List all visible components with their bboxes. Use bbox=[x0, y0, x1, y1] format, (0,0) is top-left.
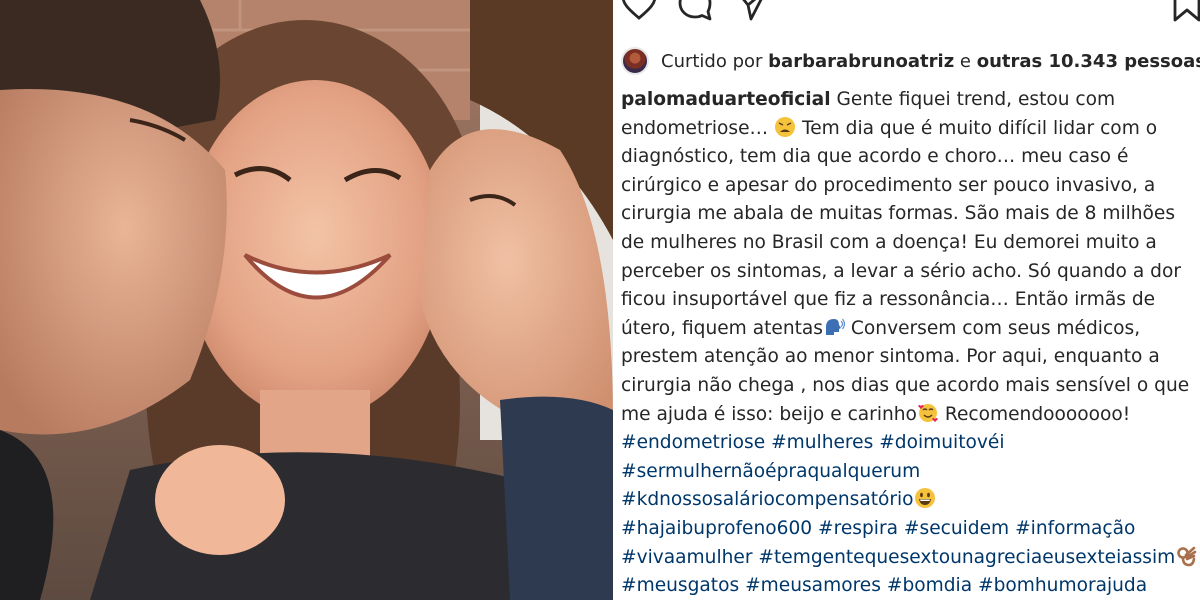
hashtag-link[interactable]: #sermulhernãoépraqualquerum bbox=[621, 461, 920, 482]
hashtag-link[interactable]: #endometriose bbox=[621, 432, 765, 453]
caption-text: diagnóstico, tem dia que acordo e choro…… bbox=[621, 146, 1129, 168]
caption-line: ficou insuportável que fiz a ressonância… bbox=[621, 286, 1200, 315]
speaking-head-emoji bbox=[823, 316, 845, 338]
hashtag-link[interactable]: #doimuitovéi bbox=[879, 432, 1004, 453]
caption-text: Recomendooooooo! bbox=[944, 403, 1131, 425]
hashtag-line: #sermulhernãoépraqualquerum bbox=[621, 458, 1200, 487]
caption-text: prestem atenção ao menor sintoma. Por aq… bbox=[621, 346, 1160, 368]
post-caption: palomaduarteoficial Gente fiquei trend, … bbox=[621, 86, 1200, 600]
caption-line: cirurgia me abala de muitas formas. São … bbox=[621, 200, 1200, 229]
hashtag-line: #meusgatos #meusamores #bomdia #bomhumor… bbox=[621, 572, 1200, 600]
hashtag-link[interactable]: #mulheres bbox=[771, 432, 873, 453]
caption-text: Tem dia que é muito difícil lidar com o bbox=[802, 117, 1158, 139]
caption-line: útero, fiquem atentas Conversem com seus… bbox=[621, 315, 1200, 344]
likes-others-count[interactable]: outras 10.343 pessoas bbox=[977, 51, 1200, 72]
post-action-bar bbox=[613, 0, 1200, 26]
hashtag-link[interactable]: #vivaamulher bbox=[621, 547, 752, 568]
paper-plane-icon[interactable] bbox=[733, 0, 769, 22]
likes-connector: e bbox=[959, 50, 971, 72]
caption-username[interactable]: palomaduarteoficial bbox=[621, 89, 831, 110]
hashtag-link[interactable]: #secuidem bbox=[904, 518, 1009, 539]
hashtag-link[interactable]: #meusgatos bbox=[621, 575, 739, 596]
caption-line: prestem atenção ao menor sintoma. Por aq… bbox=[621, 343, 1200, 372]
caption-text: cirurgia me abala de muitas formas. São … bbox=[621, 203, 1176, 225]
weary-face-emoji bbox=[774, 116, 796, 138]
caption-text: cirurgia não chega , nos dias que acordo… bbox=[621, 374, 1190, 396]
caption-text: de mulheres no Brasil com a doença! Eu d… bbox=[621, 231, 1157, 253]
hashtag-link[interactable]: #bomhumorajuda bbox=[978, 575, 1147, 596]
hashtag-link[interactable]: #respira bbox=[818, 518, 898, 539]
post-panel: Curtido por barbarabrunoatriz e outras 1… bbox=[613, 0, 1200, 600]
smiling-face-with-hearts-emoji bbox=[917, 402, 939, 424]
hashtag-link[interactable]: #informação bbox=[1015, 518, 1135, 539]
liker-avatar[interactable] bbox=[621, 47, 649, 75]
screenshot-root: Curtido por barbarabrunoatriz e outras 1… bbox=[0, 0, 1200, 600]
hashtag-link[interactable]: #bomdia bbox=[887, 575, 972, 596]
caption-line: cirúrgico e apesar do procedimento ser p… bbox=[621, 172, 1200, 201]
hashtag-line: #endometriose #mulheres #doimuitovéi bbox=[621, 429, 1200, 458]
caption-line: perceber os sintomas, a levar a sério ac… bbox=[621, 258, 1200, 287]
hashtag-line: #hajaibuprofeno600 #respira #secuidem #i… bbox=[621, 515, 1200, 544]
caption-line: cirurgia não chega , nos dias que acordo… bbox=[621, 372, 1200, 401]
caption-line: palomaduarteoficial Gente fiquei trend, … bbox=[621, 86, 1200, 115]
comment-bubble-icon[interactable] bbox=[677, 0, 713, 22]
caption-line: diagnóstico, tem dia que acordo e choro…… bbox=[621, 143, 1200, 172]
post-photo[interactable] bbox=[0, 0, 613, 600]
likes-summary: Curtido por barbarabrunoatriz e outras 1… bbox=[621, 46, 1200, 76]
hashtag-link[interactable]: #temgentequesextounagreciaeusexteiassim bbox=[758, 547, 1175, 568]
hashtag-link[interactable]: #meusamores bbox=[745, 575, 881, 596]
hashtag-link[interactable]: #hajaibuprofeno600 bbox=[621, 518, 812, 539]
hashtag-line: #vivaamulher #temgentequesextounagreciae… bbox=[621, 544, 1200, 573]
hashtag-link[interactable]: #kdnossosaláriocompensatório bbox=[621, 489, 914, 510]
caption-line: me ajuda é isso: beijo e carinho Recomen… bbox=[621, 401, 1200, 430]
bookmark-icon[interactable] bbox=[1169, 0, 1200, 22]
caption-text: ficou insuportável que fiz a ressonância… bbox=[621, 289, 1156, 311]
caption-text: cirúrgico e apesar do procedimento ser p… bbox=[621, 174, 1156, 196]
caption-line: endometriose… Tem dia que é muito difíci… bbox=[621, 115, 1200, 144]
liker-username[interactable]: barbarabrunoatriz bbox=[768, 51, 954, 72]
hashtag-line: #kdnossosaláriocompensatório bbox=[621, 486, 1200, 515]
caption-text: útero, fiquem atentas bbox=[621, 317, 823, 339]
likes-prefix: Curtido por bbox=[661, 50, 763, 72]
heart-outline-icon[interactable] bbox=[621, 0, 657, 22]
ok-hand-emoji bbox=[1175, 545, 1197, 567]
caption-text: Conversem com seus médicos, bbox=[850, 317, 1141, 339]
caption-text: me ajuda é isso: beijo e carinho bbox=[621, 403, 917, 425]
family-kiss-photo bbox=[0, 0, 613, 600]
caption-text: Gente fiquei trend, estou com bbox=[836, 89, 1116, 110]
caption-text: endometriose… bbox=[621, 117, 769, 139]
grinning-face-emoji bbox=[914, 487, 936, 509]
caption-line: de mulheres no Brasil com a doença! Eu d… bbox=[621, 229, 1200, 258]
caption-text: perceber os sintomas, a levar a sério ac… bbox=[621, 260, 1181, 282]
